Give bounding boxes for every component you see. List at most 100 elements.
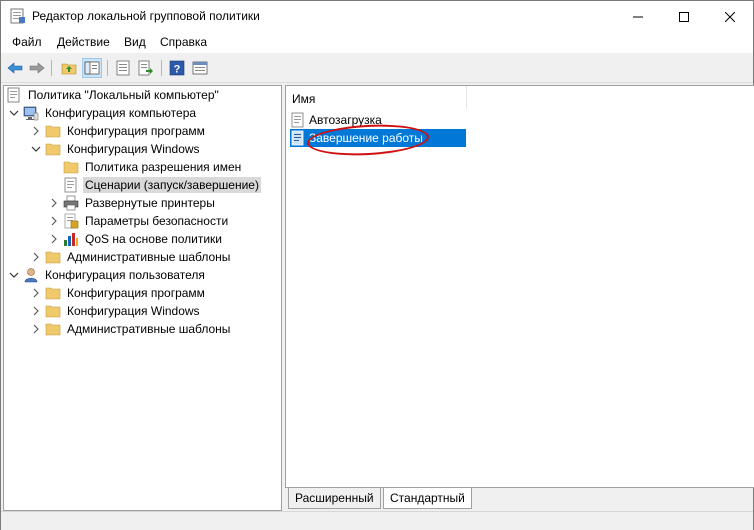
toolbar-separator <box>107 60 108 76</box>
tree-item-label: Конфигурация Windows <box>67 304 200 318</box>
security-settings-icon <box>63 213 79 229</box>
window-title: Редактор локальной групповой политики <box>32 9 260 23</box>
menu-view[interactable]: Вид <box>124 35 146 49</box>
show-hide-tree-button[interactable] <box>82 58 102 78</box>
tree-item-deployed-printers[interactable]: Развернутые принтеры <box>48 194 217 212</box>
list-item-label: Автозагрузка <box>309 113 382 127</box>
forward-button[interactable] <box>27 58 47 78</box>
up-folder-icon <box>61 63 77 75</box>
folder-icon <box>45 249 61 265</box>
properties-button[interactable] <box>113 58 133 78</box>
tree-item-label: Административные шаблоны <box>67 250 231 264</box>
tree-item-label: Конфигурация Windows <box>67 142 200 156</box>
chevron-right-icon[interactable] <box>30 323 42 335</box>
toolbar-separator <box>51 60 52 76</box>
tree-item-name-resolution-policy[interactable]: Политика разрешения имен <box>63 158 243 176</box>
tree-item-root[interactable]: Политика "Локальный компьютер" <box>6 86 221 104</box>
tree-item-label: Конфигурация пользователя <box>45 268 205 282</box>
chevron-right-icon[interactable] <box>30 251 42 263</box>
svg-text:?: ? <box>174 64 181 76</box>
view-tabs: Расширенный Стандартный <box>285 487 754 510</box>
export-list-button[interactable] <box>136 58 156 78</box>
forward-arrow-icon <box>29 62 45 74</box>
chevron-right-icon[interactable] <box>48 215 60 227</box>
title-bar[interactable]: Редактор локальной групповой политики <box>1 1 753 32</box>
details-list[interactable]: Имя Автозагрузка Завершение работы <box>285 85 754 488</box>
chevron-right-icon[interactable] <box>30 125 42 137</box>
toolbar: ? <box>1 54 753 83</box>
tree-item-user-software-settings[interactable]: Конфигурация программ <box>30 284 207 302</box>
folder-icon <box>45 303 61 319</box>
close-button[interactable] <box>707 1 753 32</box>
export-list-icon <box>138 60 153 76</box>
tree-item-label: Сценарии (запуск/завершение) <box>83 177 261 193</box>
tree-item-user-windows-settings[interactable]: Конфигурация Windows <box>30 302 202 320</box>
tree-item-computer-config[interactable]: Конфигурация компьютера <box>8 104 198 122</box>
folder-icon <box>45 123 61 139</box>
tree-item-security-settings[interactable]: Параметры безопасности <box>48 212 230 230</box>
tree-item-label: Параметры безопасности <box>85 214 229 228</box>
tree-item-user-config[interactable]: Конфигурация пользователя <box>8 266 207 284</box>
application-window: Редактор локальной групповой политики Фа… <box>0 0 754 530</box>
show-hide-tree-icon <box>84 61 100 75</box>
up-one-level-button[interactable] <box>59 58 79 78</box>
tree-item-label: Политика "Локальный компьютер" <box>28 88 219 102</box>
help-button[interactable]: ? <box>167 58 187 78</box>
folder-icon <box>45 321 61 337</box>
column-header-name[interactable]: Имя <box>286 86 467 109</box>
chevron-right-icon[interactable] <box>48 197 60 209</box>
tree-item-label: Конфигурация программ <box>67 124 205 138</box>
tree-item-label: Политика разрешения имен <box>85 160 242 174</box>
view-pane-button[interactable] <box>190 58 210 78</box>
tree-item-label: Конфигурация компьютера <box>45 106 197 120</box>
user-icon <box>23 267 39 283</box>
tree-item-computer-admin-templates[interactable]: Административные шаблоны <box>30 248 232 266</box>
column-header-label: Имя <box>292 92 316 106</box>
chevron-right-icon[interactable] <box>30 305 42 317</box>
chevron-down-icon[interactable] <box>8 107 20 119</box>
folder-icon <box>63 159 79 175</box>
back-arrow-icon <box>7 62 23 74</box>
tab-standard[interactable]: Стандартный <box>383 488 472 509</box>
tree-item-label: Конфигурация программ <box>67 286 205 300</box>
folder-icon <box>45 285 61 301</box>
script-icon <box>290 130 306 146</box>
folder-icon <box>45 141 61 157</box>
status-bar <box>1 511 753 530</box>
toolbar-separator <box>161 60 162 76</box>
tree-item-computer-windows-settings[interactable]: Конфигурация Windows <box>30 140 202 158</box>
script-icon <box>290 112 306 128</box>
view-pane-icon <box>192 61 208 75</box>
chevron-down-icon[interactable] <box>30 143 42 155</box>
chevron-right-icon[interactable] <box>48 233 60 245</box>
list-item-shutdown[interactable]: Завершение работы <box>290 129 466 147</box>
tree-item-computer-software-settings[interactable]: Конфигурация программ <box>30 122 207 140</box>
tree-item-scripts[interactable]: Сценарии (запуск/завершение) <box>48 176 261 194</box>
menu-help[interactable]: Справка <box>160 35 207 49</box>
tree-item-label: Развернутые принтеры <box>85 196 215 210</box>
menu-file[interactable]: Файл <box>12 35 42 49</box>
bar-chart-icon <box>63 231 79 247</box>
list-item-startup[interactable]: Автозагрузка <box>290 111 466 129</box>
maximize-button[interactable] <box>661 1 707 32</box>
minimize-button[interactable] <box>615 1 661 32</box>
close-icon <box>725 11 735 22</box>
menu-action[interactable]: Действие <box>57 35 110 49</box>
properties-icon <box>116 60 130 76</box>
minimize-icon <box>633 16 643 17</box>
tree-item-qos-policy[interactable]: QoS на основе политики <box>48 230 224 248</box>
gpedit-app-icon <box>10 8 26 24</box>
console-tree[interactable]: Политика "Локальный компьютер" Конфигура… <box>3 85 282 511</box>
tree-item-label: Административные шаблоны <box>67 322 231 336</box>
back-button[interactable] <box>5 58 25 78</box>
tree-item-label: QoS на основе политики <box>85 232 222 246</box>
computer-icon <box>23 105 39 121</box>
chevron-right-icon[interactable] <box>30 287 42 299</box>
help-icon: ? <box>169 60 185 76</box>
policy-document-icon <box>6 87 22 103</box>
tab-extended[interactable]: Расширенный <box>288 488 381 509</box>
chevron-down-icon[interactable] <box>8 269 20 281</box>
menu-bar: Файл Действие Вид Справка <box>1 32 753 53</box>
printer-icon <box>63 195 79 211</box>
tree-item-user-admin-templates[interactable]: Административные шаблоны <box>30 320 232 338</box>
